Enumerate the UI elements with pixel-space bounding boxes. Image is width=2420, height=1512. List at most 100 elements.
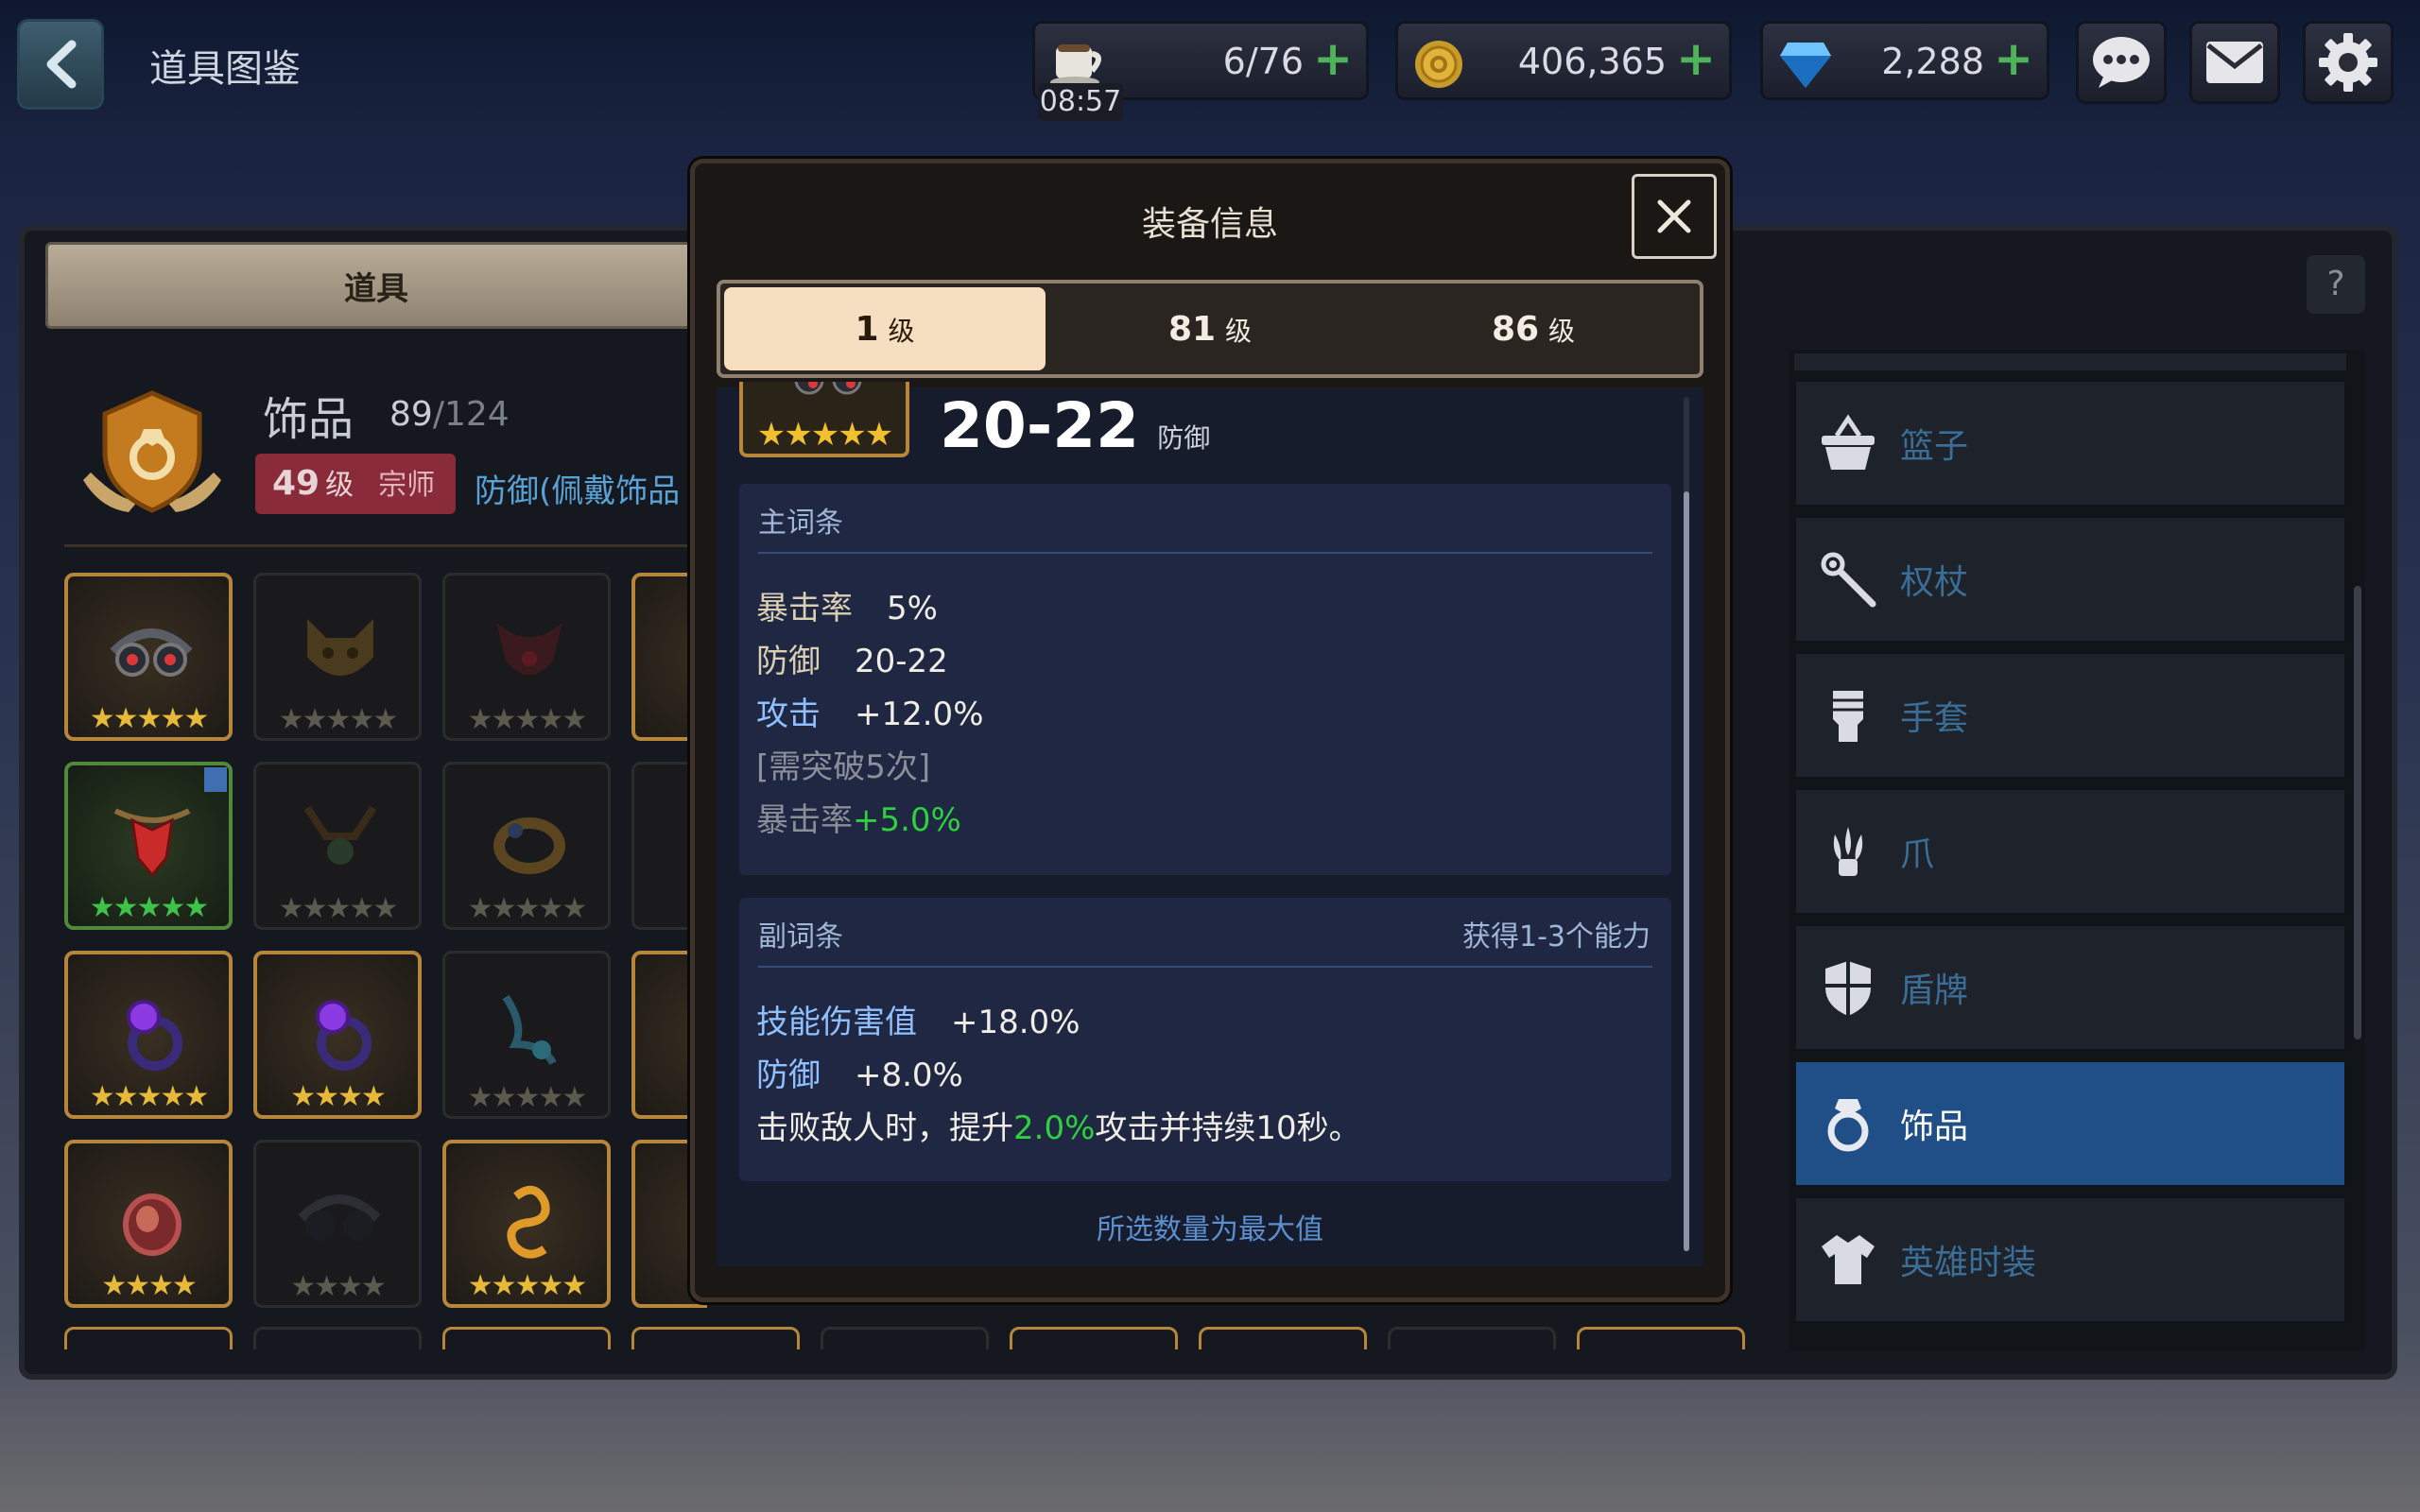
horned-amulet-icon: [303, 805, 377, 865]
gem-value: 2,288: [1881, 41, 1984, 82]
item-stars: ★★★★: [290, 1270, 387, 1303]
claw-icon: [1833, 827, 1863, 876]
add-gold-button[interactable]: +: [1676, 35, 1716, 82]
item-stars: ★★★★★: [278, 703, 398, 736]
purple-ring-icon: [316, 1000, 372, 1071]
chat-bubble-icon: [2093, 37, 2150, 88]
divider: [758, 552, 1652, 554]
sidebar-item-basket[interactable]: 篮子: [1794, 380, 2346, 507]
item-slot[interactable]: ★★★★★: [442, 1140, 611, 1308]
gold-coin-icon: [1413, 39, 1464, 94]
item-slot[interactable]: ★★★★★: [442, 951, 611, 1119]
category-header: 饰品 89/124 49 级 宗师 防御(佩戴饰品: [57, 348, 709, 546]
stat-row: 攻击 +12.0%: [756, 696, 984, 733]
section-title: 主词条: [758, 507, 843, 540]
breakthrough-note: [需突破5次]: [756, 748, 931, 786]
effect-row: 击败敌人时，提升2.0%攻击并持续10秒。: [756, 1109, 1361, 1147]
sidebar-item-scepter[interactable]: 权杖: [1794, 516, 2346, 643]
bonus-row: 暴击率+5.0%: [756, 801, 961, 839]
category-bonus-text: 防御(佩戴饰品: [475, 472, 681, 510]
item-grid: ★★★★★ ★★★★★ ★★★★★ ★★★★★ ★★★★★ ★★★★★ ★★★★…: [64, 573, 707, 1348]
sub-affix-section: 副词条 获得1-3个能力 技能伤害值 +18.0% 防御 +8.0% 击败敌人时，提…: [739, 898, 1671, 1181]
purple-ring-icon: [127, 1000, 182, 1071]
dark-amulet-icon: [496, 623, 562, 675]
goggles-icon: [298, 1194, 381, 1241]
item-stars: ★★★★★: [89, 1080, 209, 1113]
sidebar-item-costume[interactable]: 英雄时装: [1794, 1196, 2346, 1323]
basket-icon: [1822, 414, 1875, 470]
sidebar-item-accessory[interactable]: 饰品: [1794, 1060, 2346, 1187]
bookmark-icon: [204, 767, 227, 792]
item-slot[interactable]: ★★★★★: [64, 762, 233, 930]
category-list-scrollbar[interactable]: [2354, 586, 2361, 1040]
tab-level-1[interactable]: 1级: [724, 287, 1046, 370]
gem-counter[interactable]: 2,288 +: [1760, 21, 2049, 100]
red-pendant-icon: [113, 808, 191, 878]
item-stars: ★★★★★: [467, 1081, 587, 1114]
sidebar-item-claw[interactable]: 爪: [1794, 788, 2346, 915]
settings-button[interactable]: [2303, 21, 2394, 104]
gold-bracelet-icon: [493, 817, 565, 874]
chevron-left-icon: [46, 40, 77, 89]
stat-row: 防御 +8.0%: [756, 1057, 963, 1094]
stat-row: 防御 20-22: [756, 643, 948, 680]
gauntlet-icon: [1833, 691, 1863, 742]
item-stars: ★★★★★: [89, 891, 209, 924]
shield-icon: [1825, 961, 1871, 1016]
stamina-timer: 08:57: [1038, 83, 1123, 121]
goggles-icon: [794, 382, 862, 395]
category-name: 饰品: [263, 393, 354, 446]
envelope-icon: [2206, 42, 2263, 83]
back-button[interactable]: [17, 19, 104, 110]
item-slot[interactable]: ★★★★: [64, 1140, 233, 1308]
item-thumbnail: ★★★★★: [739, 382, 909, 457]
gold-hook-icon: [507, 1185, 550, 1259]
tab-level-86[interactable]: 86 级: [1373, 287, 1694, 370]
category-level-badge: 49 级 宗师: [255, 454, 456, 514]
item-stars: ★★★★★: [278, 892, 398, 925]
cat-mask-icon: [307, 619, 373, 676]
item-slot[interactable]: ★★★★★: [64, 951, 233, 1119]
add-stamina-button[interactable]: +: [1313, 35, 1353, 82]
item-grid-next-row: [64, 1327, 1747, 1349]
item-slot[interactable]: ★★★★★: [64, 573, 233, 741]
item-stat-summary: 20-22 防御: [940, 389, 1211, 462]
item-stars: ★★★★: [290, 1080, 387, 1113]
item-slot[interactable]: ★★★★: [253, 1140, 422, 1308]
tab-level-81[interactable]: 81 级: [1049, 287, 1371, 370]
help-button[interactable]: ?: [2307, 255, 2365, 314]
item-slot[interactable]: ★★★★: [253, 951, 422, 1119]
gear-icon: [2319, 33, 2377, 92]
add-gem-button[interactable]: +: [1994, 35, 2033, 82]
chat-button[interactable]: [2076, 21, 2167, 104]
divider: [64, 544, 707, 547]
tab-items[interactable]: 道具: [45, 242, 707, 329]
item-slot[interactable]: ★★★★★: [442, 762, 611, 930]
stat-row: 暴击率 5%: [756, 590, 938, 627]
ruby-ring-icon: [123, 1194, 182, 1256]
divider: [758, 966, 1652, 968]
gold-value: 406,365: [1517, 41, 1667, 82]
close-icon: [1657, 199, 1691, 233]
stat-row: 技能伤害值 +18.0%: [756, 1004, 1080, 1041]
close-button[interactable]: [1632, 174, 1717, 259]
sub-affix-hint: 获得1-3个能力: [1462, 920, 1651, 954]
ring-icon: [1827, 1099, 1869, 1152]
stamina-value: 6/76: [1222, 41, 1304, 82]
dialog-scrollbar-thumb[interactable]: [1684, 491, 1689, 1251]
item-slot[interactable]: ★★★★★: [442, 573, 611, 741]
sidebar-item-shield[interactable]: 盾牌: [1794, 924, 2346, 1051]
item-stars: ★★★★: [101, 1269, 198, 1302]
dialog-title: 装备信息: [1141, 205, 1278, 244]
item-slot[interactable]: ★★★★★: [253, 762, 422, 930]
mail-button[interactable]: [2189, 21, 2280, 104]
gold-counter[interactable]: 406,365 +: [1395, 21, 1732, 100]
item-slot[interactable]: ★★★★★: [253, 573, 422, 741]
sidebar-item-gauntlet[interactable]: 手套: [1794, 652, 2346, 779]
max-quantity-note: 所选数量为最大值: [1097, 1213, 1323, 1246]
item-stars: ★★★★★: [467, 892, 587, 925]
section-title: 副词条: [758, 920, 843, 954]
costume-icon: [1822, 1235, 1875, 1284]
scepter-icon: [1821, 552, 1876, 608]
category-count: 89/124: [389, 395, 510, 434]
